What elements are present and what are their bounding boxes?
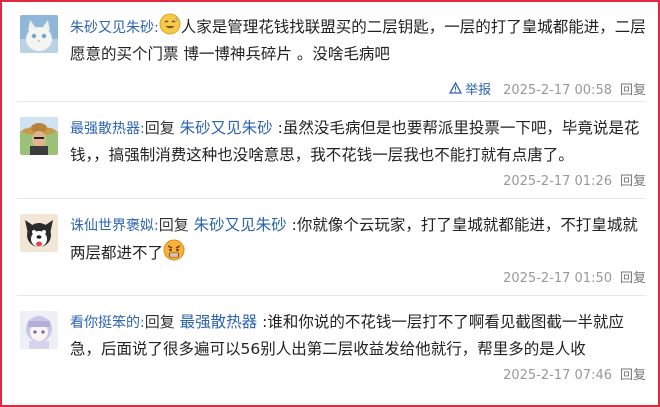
anime-girl-avatar[interactable] bbox=[20, 311, 58, 349]
reply-content: 诛仙世界褒姒:回复 朱砂又见朱砂 :你就像个云玩家，打了皇城就都能进，不打皇城就… bbox=[70, 212, 646, 266]
username-link[interactable]: 看你挺笨的: bbox=[70, 315, 145, 331]
dog-avatar[interactable] bbox=[20, 214, 58, 252]
reply-content: 朱砂又见朱砂: 人家是管理花钱找联盟买的二层钥匙，一层的打了皇城都能进，二层愿意的… bbox=[70, 13, 646, 67]
username-link[interactable]: 朱砂又见朱砂: bbox=[70, 20, 159, 36]
reply-button[interactable]: 回复 bbox=[620, 271, 646, 286]
post-meta: 举报 2025-2-17 00:58 回复 bbox=[441, 79, 646, 98]
reply-post: 看你挺笨的:回复 最强散热器 :谁和你说的不花钱一层打不了啊看见截图截一半就应急… bbox=[17, 295, 646, 392]
mention-link[interactable]: 朱砂又见朱砂 bbox=[180, 119, 273, 137]
post-time: 2025-2-17 01:26 bbox=[503, 174, 612, 189]
mention-link[interactable]: 最强散热器 bbox=[180, 313, 258, 331]
warning-icon bbox=[449, 82, 463, 94]
angry-emoji bbox=[163, 239, 185, 261]
post-meta: 2025-2-17 07:46 回复 bbox=[495, 364, 646, 383]
post-meta: 2025-2-17 01:50 回复 bbox=[495, 267, 646, 286]
username-link[interactable]: 最强散热器: bbox=[70, 121, 145, 137]
report-label: 举报 bbox=[465, 82, 492, 98]
reply-post: 朱砂又见朱砂: 人家是管理花钱找联盟买的二层钥匙，一层的打了皇城都能进，二层愿意的… bbox=[17, 8, 646, 101]
reply-button[interactable]: 回复 bbox=[620, 368, 646, 383]
post-time: 2025-2-17 01:50 bbox=[503, 271, 612, 286]
post-time: 2025-2-17 00:58 bbox=[503, 83, 612, 98]
reply-content: 看你挺笨的:回复 最强散热器 :谁和你说的不花钱一层打不了啊看见截图截一半就应急… bbox=[70, 309, 646, 362]
man-with-straw-hat-avatar[interactable] bbox=[20, 117, 58, 155]
reply-post: 诛仙世界褒姒:回复 朱砂又见朱砂 :你就像个云玩家，打了皇城就都能进，不打皇城就… bbox=[17, 198, 646, 295]
white-cat-avatar[interactable] bbox=[20, 15, 58, 53]
reply-content: 最强散热器:回复 朱砂又见朱砂 :虽然没毛病但是也要帮派里投票一下吧，毕竟说是花… bbox=[70, 115, 646, 168]
post-meta: 2025-2-17 01:26 回复 bbox=[495, 170, 646, 189]
reply-button[interactable]: 回复 bbox=[620, 174, 646, 189]
mention-link[interactable]: 朱砂又见朱砂 bbox=[194, 216, 287, 234]
reply-button[interactable]: 回复 bbox=[620, 83, 646, 98]
sweat-smile-emoji bbox=[159, 13, 181, 35]
reply-word: 回复 bbox=[158, 216, 189, 234]
reply-word: 回复 bbox=[144, 313, 175, 331]
report-link[interactable]: 举报 bbox=[449, 79, 491, 98]
reply-post: 最强散热器:回复 朱砂又见朱砂 :虽然没毛病但是也要帮派里投票一下吧，毕竟说是花… bbox=[17, 101, 646, 198]
post-time: 2025-2-17 07:46 bbox=[503, 368, 612, 383]
reply-word: 回复 bbox=[144, 119, 175, 137]
username-link[interactable]: 诛仙世界褒姒: bbox=[70, 218, 159, 234]
reply-list: 朱砂又见朱砂: 人家是管理花钱找联盟买的二层钥匙，一层的打了皇城都能进，二层愿意的… bbox=[17, 8, 646, 392]
